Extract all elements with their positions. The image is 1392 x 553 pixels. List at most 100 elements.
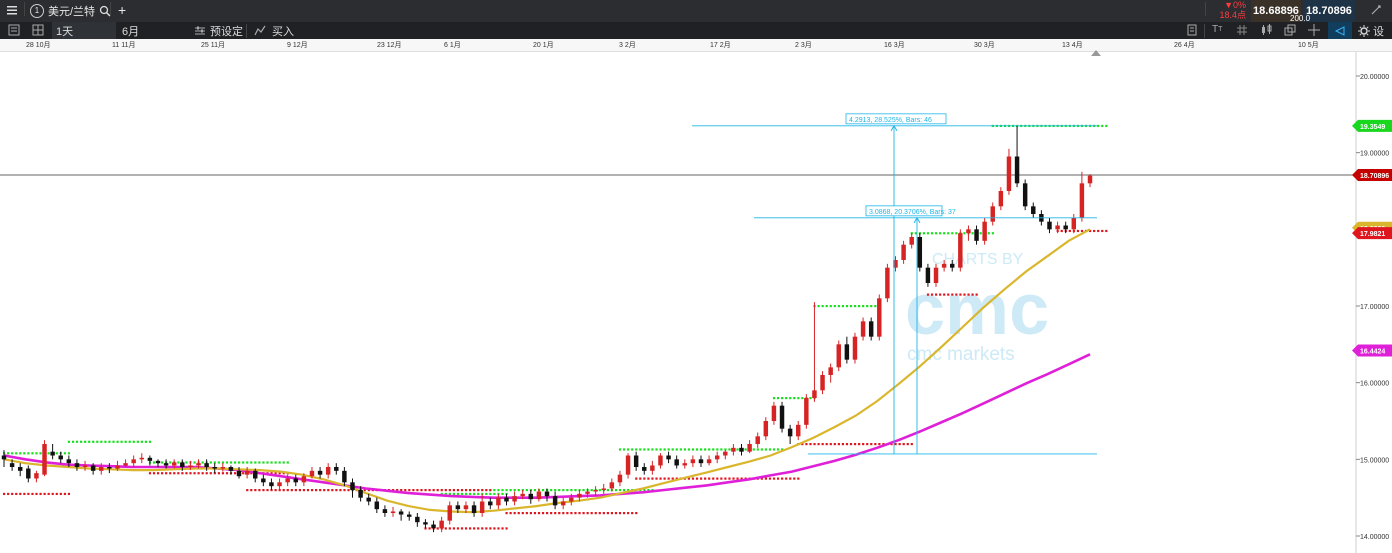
- support-dot: [181, 472, 184, 475]
- resistance-dot: [513, 489, 516, 492]
- support-dot: [1076, 229, 1080, 233]
- resistance-dot: [756, 448, 759, 451]
- candle-body: [147, 457, 153, 461]
- support-dot: [456, 527, 460, 530]
- candle-body: [974, 229, 979, 241]
- interval-selector[interactable]: 1天: [52, 22, 116, 39]
- support-dot: [1105, 229, 1108, 233]
- resistance-dot: [760, 448, 763, 451]
- support-dot: [849, 443, 853, 446]
- resistance-dot: [874, 305, 877, 308]
- resistance-dot: [541, 489, 545, 492]
- layout-list-icon[interactable]: [8, 24, 20, 36]
- candle-type-icon[interactable]: [1260, 24, 1274, 36]
- resistance-dot: [250, 461, 253, 464]
- candle-body: [50, 451, 55, 456]
- support-dot: [331, 489, 334, 492]
- resistance-dot: [246, 461, 249, 464]
- resistance-dot: [801, 397, 804, 400]
- candle-body: [512, 496, 517, 502]
- grid-icon[interactable]: [1236, 24, 1248, 36]
- crosshair-icon[interactable]: [1308, 24, 1320, 36]
- support-dot: [448, 527, 451, 530]
- chart-toolbar: 1天 6月 预设定 买入 TT 设: [0, 22, 1392, 39]
- support-dot: [3, 492, 6, 496]
- support-dot: [294, 489, 297, 492]
- candle-body: [34, 473, 39, 479]
- support-dot: [606, 512, 609, 515]
- resistance-dot: [136, 440, 139, 443]
- support-dot: [622, 512, 626, 515]
- support-dot: [935, 293, 938, 296]
- support-dot: [947, 293, 950, 296]
- resistance-dot: [67, 440, 71, 443]
- support-dot: [643, 477, 646, 480]
- resistance-dot: [152, 461, 156, 464]
- support-dot: [509, 512, 512, 515]
- resistance-dot: [570, 489, 573, 492]
- doc-icon[interactable]: [1186, 24, 1198, 36]
- date-tick-label: 30 3月: [974, 42, 995, 49]
- candle-body: [139, 457, 145, 460]
- support-dot: [404, 489, 407, 492]
- candle-body: [342, 470, 347, 483]
- support-dot: [485, 527, 488, 530]
- candle-body: [334, 467, 339, 471]
- instrument-tab[interactable]: 1 美元/兰特: [30, 3, 111, 19]
- drawing-tool-icon[interactable]: [1328, 22, 1352, 39]
- support-dot: [177, 472, 180, 475]
- resistance-dot: [708, 448, 711, 451]
- resistance-dot: [286, 461, 289, 464]
- resistance-dot: [943, 232, 946, 235]
- hamburger-menu-icon[interactable]: [6, 4, 18, 16]
- resistance-dot: [75, 440, 79, 443]
- expand-icon[interactable]: [1370, 4, 1382, 16]
- resistance-dot: [88, 440, 91, 443]
- support-dot: [955, 293, 958, 296]
- resistance-dot: [225, 461, 229, 464]
- support-dot: [274, 472, 277, 475]
- change-pct: ▼0%: [1224, 0, 1246, 10]
- candle-body: [552, 496, 558, 506]
- resistance-dot: [963, 232, 966, 235]
- support-dot: [963, 293, 966, 296]
- resistance-dot: [1101, 124, 1104, 128]
- support-dot: [845, 443, 849, 446]
- price-tick-label: 19.00000: [1360, 151, 1389, 158]
- buy-button[interactable]: 买入: [254, 23, 294, 39]
- buy-price-button[interactable]: 18.70896: [1303, 0, 1355, 22]
- date-tick-label: 17 2月: [710, 42, 731, 49]
- support-dot: [635, 512, 638, 515]
- price-chart[interactable]: CHARTS BY cmc cmc markets 20.0000019.000…: [0, 52, 1392, 553]
- resistance-dot: [209, 461, 212, 464]
- support-dot: [448, 489, 451, 492]
- resistance-dot: [274, 461, 277, 464]
- date-tick-label: 6 1月: [444, 42, 461, 49]
- resistance-dot: [951, 232, 954, 235]
- date-tick-label: 9 12月: [287, 42, 308, 49]
- add-tab-button[interactable]: +: [118, 2, 126, 18]
- support-dot: [290, 489, 293, 492]
- support-dot: [412, 489, 415, 492]
- text-size-icon[interactable]: TT: [1212, 24, 1222, 35]
- candle-body: [1022, 183, 1028, 207]
- support-dot: [764, 477, 768, 480]
- candle-body: [642, 467, 647, 471]
- resistance-dot: [793, 397, 796, 400]
- range-selector[interactable]: 6月: [118, 22, 192, 39]
- resistance-dot: [866, 305, 869, 308]
- tag-support: 17.9821: [1360, 231, 1385, 238]
- candle-body: [698, 459, 704, 464]
- resistance-dot: [148, 440, 152, 443]
- resistance-dot: [716, 448, 719, 451]
- settings-button[interactable]: 设: [1358, 23, 1384, 39]
- support-dot: [805, 443, 808, 446]
- support-dot: [242, 472, 245, 475]
- layout-grid-icon[interactable]: [32, 24, 44, 36]
- presets-button[interactable]: 预设定: [194, 23, 243, 39]
- candle-body: [706, 459, 712, 464]
- copy-icon[interactable]: [1284, 24, 1296, 36]
- candle-body: [982, 221, 987, 241]
- gear-icon: [1358, 25, 1370, 37]
- candle-body: [1014, 156, 1020, 184]
